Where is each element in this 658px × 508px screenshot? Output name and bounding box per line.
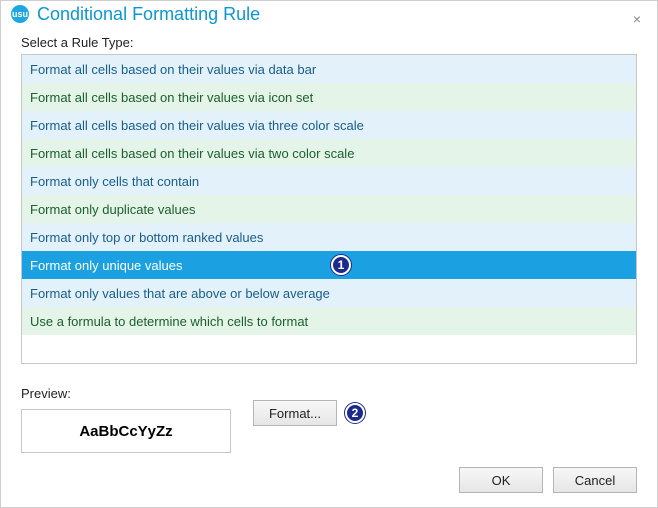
rule-type-item-label: Use a formula to determine which cells t… xyxy=(30,314,308,329)
preview-row: Preview: AaBbCcYyZz Format... 2 xyxy=(21,378,637,453)
rule-type-item-label: Format only duplicate values xyxy=(30,202,195,217)
rule-type-item-label: Format only top or bottom ranked values xyxy=(30,230,263,245)
preview-sample: AaBbCcYyZz xyxy=(21,409,231,453)
annotation-balloon-2: 2 xyxy=(345,403,365,423)
close-icon[interactable]: × xyxy=(631,13,643,25)
rule-type-item[interactable]: Format all cells based on their values v… xyxy=(22,83,636,111)
rule-type-item[interactable]: Format only values that are above or bel… xyxy=(22,279,636,307)
rule-type-item-label: Format all cells based on their values v… xyxy=(30,62,316,77)
rule-type-item[interactable]: Format only cells that contain xyxy=(22,167,636,195)
rule-type-item-label: Format all cells based on their values v… xyxy=(30,146,354,161)
rule-type-item[interactable]: Format all cells based on their values v… xyxy=(22,55,636,83)
preview-label: Preview: xyxy=(21,386,231,401)
rule-type-item[interactable]: Format all cells based on their values v… xyxy=(22,111,636,139)
preview-block: Preview: AaBbCcYyZz xyxy=(21,378,231,453)
annotation-balloon-1: 1 xyxy=(331,255,351,275)
rule-type-item-label: Format only values that are above or bel… xyxy=(30,286,330,301)
rule-type-item-label: Format all cells based on their values v… xyxy=(30,118,364,133)
rule-type-item[interactable]: Use a formula to determine which cells t… xyxy=(22,307,636,335)
rule-type-item-label: Format all cells based on their values v… xyxy=(30,90,313,105)
rule-type-item[interactable]: Format only duplicate values xyxy=(22,195,636,223)
rule-type-item[interactable]: Format only top or bottom ranked values xyxy=(22,223,636,251)
ok-button[interactable]: OK xyxy=(459,467,543,493)
rule-type-item[interactable]: Format only unique values 1 xyxy=(22,251,636,279)
rule-type-item-label: Format only unique values xyxy=(30,258,182,273)
app-icon: usu xyxy=(11,5,29,23)
dialog-title: Conditional Formatting Rule xyxy=(37,4,260,25)
rule-type-list[interactable]: Format all cells based on their values v… xyxy=(21,54,637,364)
rule-type-item-label: Format only cells that contain xyxy=(30,174,199,189)
format-button[interactable]: Format... xyxy=(253,400,337,426)
dialog-body: Select a Rule Type: Format all cells bas… xyxy=(1,27,657,507)
dialog-window: usu Conditional Formatting Rule × Select… xyxy=(0,0,658,508)
dialog-button-row: OK Cancel xyxy=(21,453,637,493)
rule-type-item[interactable]: Format all cells based on their values v… xyxy=(22,139,636,167)
titlebar: usu Conditional Formatting Rule × xyxy=(1,1,657,27)
format-button-wrap: Format... 2 xyxy=(253,400,365,426)
select-rule-label: Select a Rule Type: xyxy=(21,35,637,50)
cancel-button[interactable]: Cancel xyxy=(553,467,637,493)
